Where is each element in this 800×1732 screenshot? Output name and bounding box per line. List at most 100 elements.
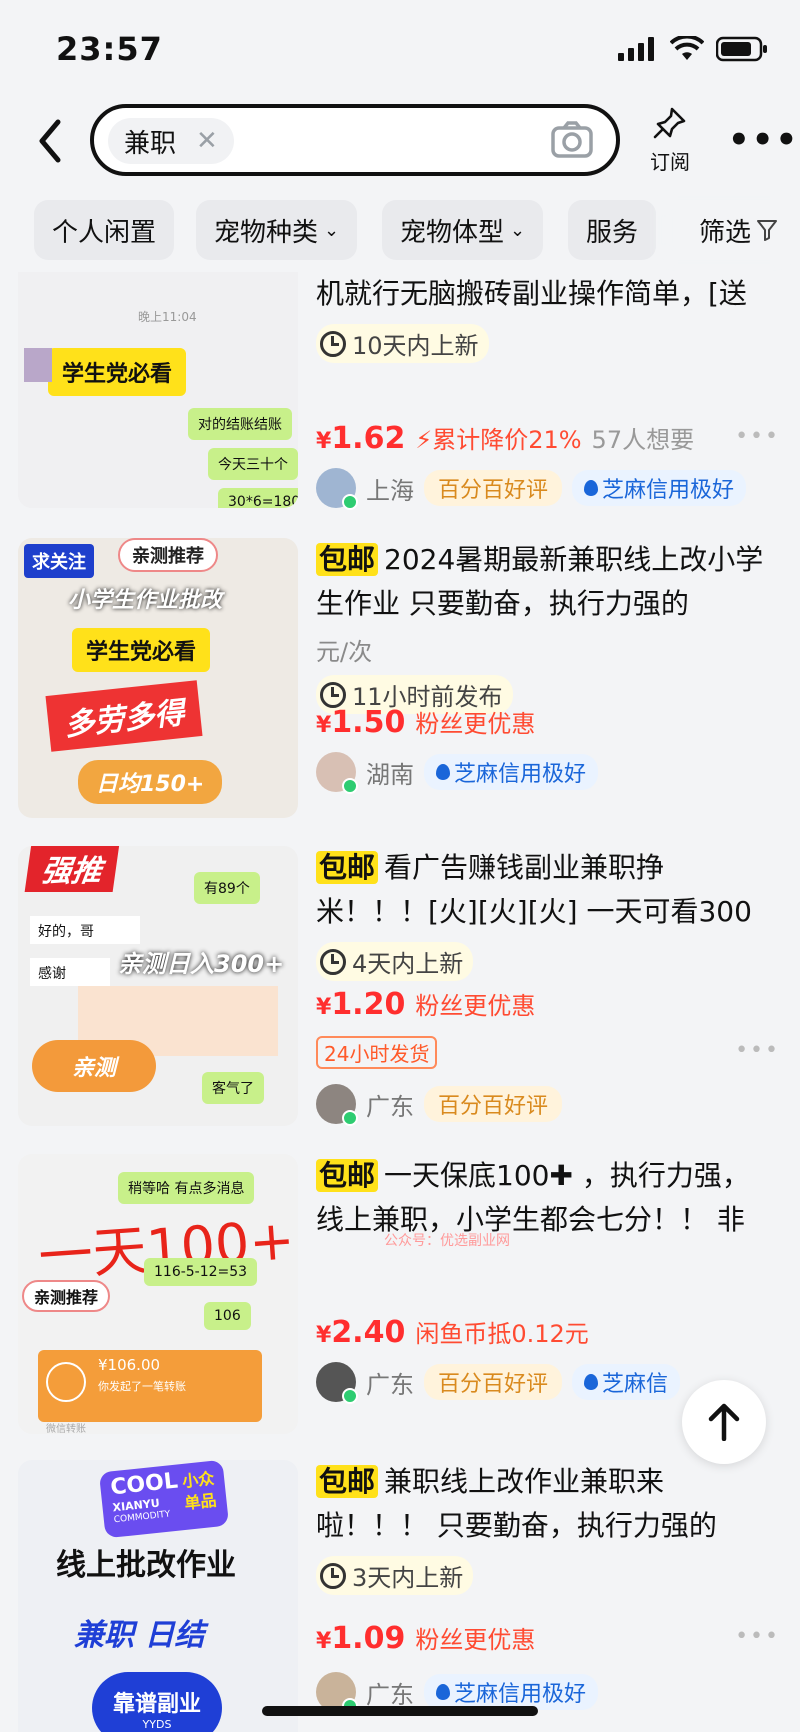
clear-keyword-icon[interactable]: ✕ bbox=[196, 126, 218, 156]
search-bar[interactable]: 兼职 ✕ bbox=[90, 104, 620, 176]
chat-bubble: 好的，哥 bbox=[30, 916, 140, 944]
price-drop: ⚡累计降价21% bbox=[415, 426, 582, 454]
seller-avatar[interactable] bbox=[316, 752, 358, 794]
chat-bubble: 今天三十个 bbox=[208, 448, 298, 480]
price-value: 2.40 bbox=[331, 1315, 406, 1350]
price-symbol: ¥ bbox=[316, 429, 332, 454]
clock-icon bbox=[320, 948, 346, 975]
chat-bubble: 有89个 bbox=[194, 872, 260, 904]
seller-row: 湖南 芝麻信用极好 bbox=[316, 752, 776, 794]
chevron-down-icon: ⌄ bbox=[324, 219, 340, 241]
thumb-follow-tag: 求关注 bbox=[24, 544, 94, 578]
filter-label: 筛选 bbox=[698, 217, 751, 248]
price-row: ¥1.20 粉丝更优惠 bbox=[316, 986, 776, 1022]
price-value: 1.20 bbox=[331, 987, 406, 1022]
good-review-badge: 百分百好评 bbox=[424, 1364, 563, 1400]
back-to-top-button[interactable] bbox=[682, 1380, 766, 1464]
chevron-down-icon: ⌄ bbox=[510, 219, 526, 241]
search-keyword: 兼职 bbox=[124, 128, 177, 159]
listing-title-text: 2024暑期最新兼职线上改小学生作业 只要勤奋，执行力强的 bbox=[316, 543, 764, 620]
listing-title: 机就行无脑搬砖副业操作简单，[送 bbox=[316, 277, 747, 310]
price: ¥1.20 bbox=[316, 987, 405, 1022]
status-icons bbox=[618, 36, 768, 62]
camera-icon[interactable] bbox=[550, 120, 594, 160]
home-indicator[interactable] bbox=[262, 1706, 538, 1716]
thumb-headline: 线上批改作业 bbox=[56, 1548, 236, 1583]
listing-thumbnail[interactable]: 求关注 亲测推荐 小学生作业批改 学生党必看 多劳多得 日均150+ bbox=[18, 538, 298, 818]
signal-icon bbox=[618, 37, 654, 61]
cool-text: COOL bbox=[109, 1468, 180, 1501]
free-shipping-tag: 包邮 bbox=[316, 543, 379, 576]
want-count: 57人想要 bbox=[591, 426, 695, 454]
seller-avatar[interactable] bbox=[316, 468, 358, 510]
filter-chip-pet-type[interactable]: 宠物种类 ⌄ bbox=[196, 200, 358, 260]
back-arrow-icon[interactable] bbox=[30, 116, 74, 166]
filter-button[interactable]: 筛选 bbox=[676, 200, 800, 260]
thumb-headline: 学生党必看 bbox=[48, 348, 187, 396]
shipping-row: 24小时发货 bbox=[316, 1036, 776, 1069]
thumb-badge: 靠谱副业 YYDS bbox=[92, 1672, 222, 1732]
transfer-amount: ¥106.00 bbox=[98, 1356, 161, 1374]
credit-badge: 芝麻信 bbox=[572, 1364, 681, 1400]
listing-thumbnail[interactable]: COOL XIANYU COMMODITY 小众 单品 线上批改作业 兼职 日结… bbox=[18, 1460, 298, 1732]
pin-icon bbox=[653, 107, 686, 139]
chat-bubble: 客气了 bbox=[202, 1072, 264, 1104]
filter-chip-label: 宠物体型 bbox=[400, 217, 505, 248]
price-symbol: ¥ bbox=[316, 1629, 332, 1654]
subscribe-button[interactable]: 订阅 bbox=[640, 106, 700, 175]
item-more-icon[interactable]: ••• bbox=[735, 1624, 780, 1649]
search-keyword-chip[interactable]: 兼职 ✕ bbox=[108, 118, 234, 164]
price: ¥2.40 bbox=[316, 1315, 405, 1350]
price-value: 1.50 bbox=[331, 705, 406, 740]
thumb-subhead: 兼职 日结 bbox=[74, 1618, 205, 1653]
seller-city: 广东 bbox=[366, 1092, 414, 1121]
chat-bubble: 106 bbox=[204, 1302, 251, 1330]
promo-text: 粉丝更优惠 bbox=[415, 1626, 536, 1654]
thumb-tagline: 亲测 bbox=[32, 1040, 157, 1092]
filter-chip-label: 个人闲置 bbox=[52, 217, 157, 248]
thumb-subhead: 学生党必看 bbox=[72, 628, 211, 672]
credit-badge-text: 芝麻信用极好 bbox=[454, 762, 587, 787]
listing-title: 包邮 一天保底100✚ ，执行力强，线上兼职，小学生都会七分！！ 非 bbox=[316, 1154, 776, 1242]
credit-badge: 芝麻信用极好 bbox=[572, 470, 747, 506]
item-more-icon[interactable]: ••• bbox=[735, 1038, 780, 1063]
search-header: 兼职 ✕ 订阅 ••• bbox=[0, 92, 800, 190]
price-value: 1.62 bbox=[331, 421, 406, 456]
seller-row: 广东 百分百好评 bbox=[316, 1084, 776, 1126]
transfer-card: ¥106.00 你发起了一笔转账 bbox=[38, 1350, 262, 1422]
seller-avatar[interactable] bbox=[316, 1084, 358, 1126]
thumb-headline: 小学生作业批改 bbox=[68, 588, 223, 613]
listing-info: 机就行无脑搬砖副业操作简单，[送 10天内上新 bbox=[316, 272, 776, 363]
cool-sticker: COOL XIANYU COMMODITY 小众 单品 bbox=[98, 1460, 230, 1539]
blurred-avatar bbox=[24, 348, 52, 382]
more-options-icon[interactable]: ••• bbox=[728, 120, 799, 160]
credit-badge: 芝麻信用极好 bbox=[424, 1674, 599, 1710]
promo-text: 粉丝更优惠 bbox=[415, 710, 536, 738]
item-more-icon[interactable]: ••• bbox=[735, 424, 780, 449]
chat-bubble: 对的结账结账 bbox=[188, 408, 292, 440]
listing-thumbnail[interactable]: 稍等哈 有点多消息 一天100+ 116-5-12=53 亲测推荐 106 ¥1… bbox=[18, 1154, 298, 1434]
thumb-tagline: 日均150+ bbox=[78, 760, 223, 804]
filter-chip-label: 宠物种类 bbox=[214, 217, 319, 248]
price-symbol: ¥ bbox=[316, 1323, 332, 1348]
promo-text: 粉丝更优惠 bbox=[415, 992, 536, 1020]
listing-thumbnail[interactable]: 强推 有89个 好的，哥 感谢 亲测日入300+ 亲测 客气了 bbox=[18, 846, 298, 1126]
free-shipping-tag: 包邮 bbox=[316, 1465, 379, 1498]
clock-icon bbox=[320, 330, 346, 357]
listing-title: 包邮 2024暑期最新兼职线上改小学生作业 只要勤奋，执行力强的 bbox=[316, 538, 776, 626]
battery-icon bbox=[716, 36, 767, 62]
seller-avatar[interactable] bbox=[316, 1362, 358, 1404]
filter-bar: 个人闲置 宠物种类 ⌄ 宠物体型 ⌄ 服务 筛选 bbox=[0, 190, 800, 272]
filter-chip-label: 服务 bbox=[586, 217, 639, 248]
filter-chip-pet-size[interactable]: 宠物体型 ⌄ bbox=[382, 200, 544, 260]
clock-icon bbox=[320, 1562, 346, 1589]
listing-info: 包邮 2024暑期最新兼职线上改小学生作业 只要勤奋，执行力强的 元/次 11小时… bbox=[316, 538, 776, 714]
filter-chip-personal[interactable]: 个人闲置 bbox=[34, 200, 175, 260]
price-row: ¥2.40 闲鱼币抵0.12元 bbox=[316, 1314, 776, 1350]
price: ¥1.09 bbox=[316, 1621, 405, 1656]
filter-chip-service[interactable]: 服务 bbox=[568, 200, 657, 260]
price-unit: 元/次 bbox=[316, 638, 373, 666]
good-review-badge: 百分百好评 bbox=[424, 1086, 563, 1122]
listing-title-text: 一天保底100✚ ，执行力强，线上兼职，小学生都会七分！！ 非 bbox=[316, 1159, 750, 1236]
listing-thumbnail[interactable]: 晚上11:04 学生党必看 对的结账结账 今天三十个 30*6=180 bbox=[18, 272, 298, 508]
